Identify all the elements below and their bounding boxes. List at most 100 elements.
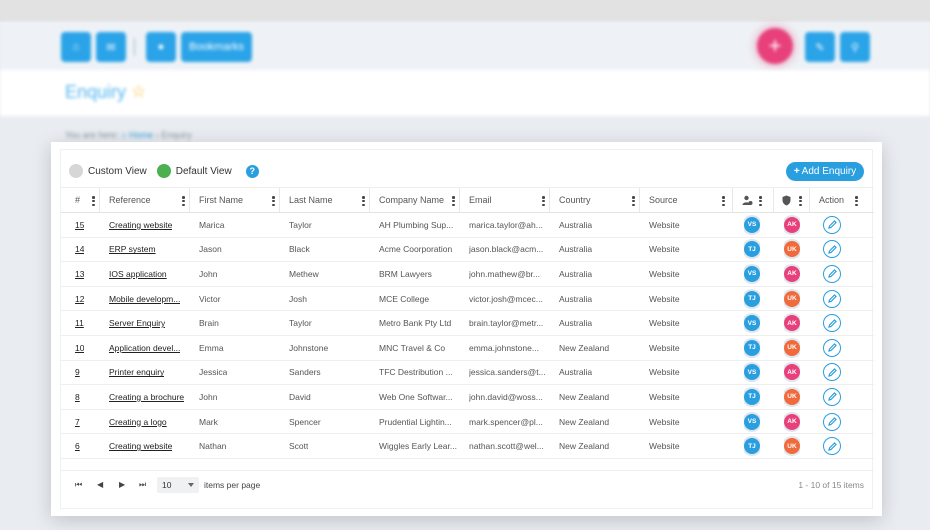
table-row[interactable]: 6 Creating website Nathan Scott Wiggles Earl… (61, 434, 874, 459)
table-row[interactable]: 10 Application devel... Emma Johnstone MNC T… (61, 336, 874, 361)
bookmarks-button[interactable]: Bookmarks (181, 32, 252, 62)
assignee-avatar[interactable]: UK (784, 339, 800, 356)
assignee-avatar[interactable]: UK (784, 388, 800, 405)
reference-link[interactable]: IOS application (109, 269, 167, 279)
edit-button[interactable] (823, 314, 841, 333)
search-icon[interactable]: ⚲ (840, 32, 870, 62)
owner-avatar[interactable]: TJ (744, 241, 760, 258)
mail-icon[interactable]: ✉ (96, 32, 126, 62)
assignee-avatar[interactable]: UK (784, 241, 800, 258)
user-gear-icon[interactable] (742, 188, 753, 212)
assignee-avatar[interactable]: AK (784, 364, 800, 381)
column-header[interactable]: Source (649, 188, 678, 212)
reference-link[interactable]: Application devel... (109, 343, 180, 353)
table-row[interactable]: 15 Creating website Marica Taylor AH Plumbin… (61, 213, 874, 238)
column-menu-icon[interactable] (452, 196, 455, 206)
edit-button[interactable] (823, 264, 841, 283)
owner-avatar[interactable]: VS (744, 315, 760, 332)
assignee-avatar[interactable]: AK (784, 413, 800, 430)
column-header[interactable]: Last Name (289, 188, 333, 212)
owner-avatar[interactable]: TJ (744, 438, 760, 455)
row-number-link[interactable]: 8 (75, 392, 80, 402)
last-page-icon[interactable]: ⏭ (139, 480, 146, 490)
edit-button[interactable] (823, 338, 841, 357)
default-view-radio[interactable] (156, 164, 171, 178)
column-menu-icon[interactable] (542, 196, 545, 206)
help-icon[interactable]: ? (245, 164, 259, 178)
prev-page-icon[interactable]: ◀ (97, 480, 103, 489)
default-view-label[interactable]: Default View (176, 166, 232, 177)
assignee-avatar[interactable]: AK (784, 216, 800, 233)
first-page-icon[interactable]: ⏮ (75, 480, 82, 490)
owner-avatar[interactable]: TJ (744, 290, 760, 307)
column-header[interactable]: First Name (199, 188, 243, 212)
owner-avatar[interactable]: VS (744, 364, 760, 381)
owner-avatar[interactable]: TJ (744, 388, 760, 405)
column-header[interactable]: Reference (109, 188, 151, 212)
row-number-link[interactable]: 13 (75, 269, 84, 279)
reference-link[interactable]: Creating a brochure (109, 392, 184, 402)
edit-button[interactable] (823, 240, 841, 259)
table-row[interactable]: 11 Server Enquiry Brain Taylor Metro Bank Pt… (61, 311, 874, 336)
custom-view-label[interactable]: Custom View (88, 166, 147, 177)
row-number-link[interactable]: 9 (75, 367, 80, 377)
column-menu-icon[interactable] (855, 196, 858, 206)
column-header[interactable]: Email (469, 188, 492, 212)
column-menu-icon[interactable] (182, 196, 185, 206)
table-row[interactable]: 13 IOS application John Methew BRM Lawyers jo… (61, 262, 874, 287)
table-row[interactable]: 14 ERP system Jason Black Acme Coorporation j… (61, 238, 874, 263)
row-number-link[interactable]: 11 (75, 318, 84, 328)
reference-link[interactable]: Creating website (109, 441, 172, 451)
column-header[interactable]: # (75, 188, 80, 212)
row-number-link[interactable]: 14 (75, 244, 84, 254)
add-enquiry-button[interactable]: + Add Enquiry (786, 162, 864, 181)
column-menu-icon[interactable] (632, 196, 635, 206)
edit-button[interactable] (823, 437, 841, 456)
edit-button[interactable] (823, 363, 841, 382)
star-icon[interactable]: ☆ (131, 82, 146, 102)
owner-avatar[interactable]: VS (744, 265, 760, 282)
column-header[interactable]: Company Name (379, 188, 444, 212)
table-row[interactable]: 8 Creating a brochure John David Web One Sof… (61, 385, 874, 410)
breadcrumb-home[interactable]: ⌂ Home (121, 130, 153, 140)
edit-note-icon[interactable]: ✎ (805, 32, 835, 62)
page-size-select[interactable]: 10 (157, 477, 199, 493)
next-page-icon[interactable]: ▶ (119, 480, 125, 489)
reference-link[interactable]: Mobile developm... (109, 294, 180, 304)
column-menu-icon[interactable] (799, 196, 802, 206)
owner-avatar[interactable]: TJ (744, 339, 760, 356)
row-number-link[interactable]: 12 (75, 294, 84, 304)
column-header[interactable]: Action (819, 188, 844, 212)
edit-button[interactable] (823, 215, 841, 234)
row-number-link[interactable]: 15 (75, 220, 84, 230)
column-menu-icon[interactable] (722, 196, 725, 206)
shield-icon[interactable] (782, 188, 791, 212)
reference-link[interactable]: Server Enquiry (109, 318, 165, 328)
edit-button[interactable] (823, 289, 841, 308)
table-row[interactable]: 7 Creating a logo Mark Spencer Prudential Li… (61, 410, 874, 435)
edit-button[interactable] (823, 412, 841, 431)
column-menu-icon[interactable] (362, 196, 365, 206)
table-row[interactable]: 12 Mobile developm... Victor Josh MCE Colleg… (61, 287, 874, 312)
column-menu-icon[interactable] (92, 196, 95, 206)
row-number-link[interactable]: 6 (75, 441, 80, 451)
row-number-link[interactable]: 10 (75, 343, 84, 353)
reference-link[interactable]: Printer enquiry (109, 367, 164, 377)
column-menu-icon[interactable] (272, 196, 275, 206)
row-number-link[interactable]: 7 (75, 417, 80, 427)
owner-avatar[interactable]: VS (744, 216, 760, 233)
table-row[interactable]: 9 Printer enquiry Jessica Sanders TFC Destri… (61, 361, 874, 386)
reference-link[interactable]: Creating a logo (109, 417, 167, 427)
reference-link[interactable]: ERP system (109, 244, 156, 254)
quick-add-icon[interactable]: + (757, 28, 793, 64)
assignee-avatar[interactable]: AK (784, 315, 800, 332)
owner-avatar[interactable]: VS (744, 413, 760, 430)
custom-view-radio[interactable] (69, 164, 83, 178)
assignee-avatar[interactable]: UK (784, 438, 800, 455)
column-header[interactable]: Country (559, 188, 591, 212)
column-menu-icon[interactable] (759, 196, 762, 206)
assignee-avatar[interactable]: AK (784, 265, 800, 282)
reference-link[interactable]: Creating website (109, 220, 172, 230)
assignee-avatar[interactable]: UK (784, 290, 800, 307)
home-icon[interactable]: ⌂ (61, 32, 91, 62)
